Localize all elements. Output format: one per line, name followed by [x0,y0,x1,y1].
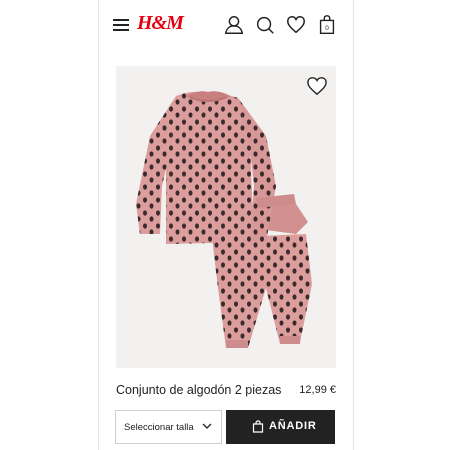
bag-count: 0 [325,25,329,32]
product-info: Conjunto de algodón 2 piezas 12,99 € [116,380,336,402]
size-select-label: Seleccionar talla [124,422,194,433]
account-icon[interactable] [223,14,245,36]
product-name: Conjunto de algodón 2 piezas [116,383,282,397]
bag-icon [252,420,264,433]
chevron-down-icon [202,423,212,429]
product-image[interactable] [116,66,336,368]
top-header: H&M 0 [99,0,353,54]
add-to-favorites-icon[interactable] [306,76,328,96]
brand-logo[interactable]: H&M [137,12,184,35]
add-to-cart-button[interactable]: AÑADIR [226,410,335,444]
add-to-cart-label: AÑADIR [269,420,317,432]
menu-icon[interactable] [113,17,131,33]
shopping-bag-icon[interactable]: 0 [316,14,338,36]
search-icon[interactable] [254,14,276,36]
pajama-set-illustration [136,91,312,348]
mobile-frame: H&M 0 Conjunto de algodón 2 piezas 12,99… [98,0,354,450]
product-price: 12,99 € [299,384,336,396]
favorites-icon[interactable] [285,14,307,36]
size-select[interactable]: Seleccionar talla [115,410,222,444]
